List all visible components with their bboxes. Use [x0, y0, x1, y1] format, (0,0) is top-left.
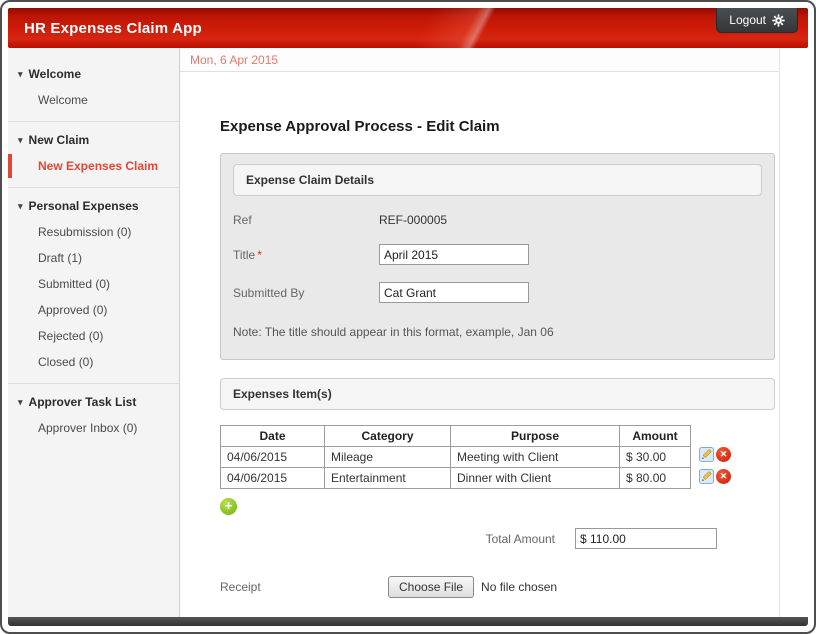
column-header-amount: Amount	[620, 426, 691, 447]
column-header-category: Category	[325, 426, 451, 447]
collapse-arrow-icon: ▾	[18, 202, 23, 211]
sidebar-item-welcome[interactable]: Welcome	[8, 87, 179, 113]
collapse-arrow-icon: ▾	[18, 70, 23, 79]
sidebar-section-personal-expenses-header[interactable]: ▾ Personal Expenses	[8, 194, 179, 219]
cell-amount: $ 80.00	[620, 468, 691, 489]
title-input[interactable]	[379, 244, 529, 265]
sidebar-section-approver-task-list: ▾ Approver Task List Approver Inbox (0)	[8, 388, 179, 449]
sidebar-section-welcome: ▾ Welcome Welcome	[8, 60, 179, 122]
sidebar-section-new-claim-header[interactable]: ▾ New Claim	[8, 128, 179, 153]
collapse-arrow-icon: ▾	[18, 136, 23, 145]
expense-claim-details-panel: Expense Claim Details Ref REF-000005 Tit…	[220, 153, 775, 360]
section-title: Welcome	[29, 67, 81, 81]
main-content: Expense Approval Process - Edit Claim Ex…	[180, 72, 779, 617]
receipt-label: Receipt	[220, 580, 388, 594]
section-title: Approver Task List	[29, 395, 137, 409]
gear-icon	[772, 14, 785, 27]
edit-icon[interactable]	[699, 447, 714, 462]
cell-category: Mileage	[325, 447, 451, 468]
footer-bar	[8, 617, 808, 626]
app-header: HR Expenses Claim App Logout	[8, 8, 808, 48]
sidebar-item-new-expenses-claim[interactable]: New Expenses Claim	[8, 153, 179, 179]
column-header-date: Date	[221, 426, 325, 447]
section-title: Personal Expenses	[29, 199, 139, 213]
app-title: HR Expenses Claim App	[8, 20, 202, 37]
title-label: Title*	[233, 248, 379, 262]
sidebar-item-rejected[interactable]: Rejected (0)	[8, 323, 179, 349]
sidebar: ▾ Welcome Welcome ▾ New Claim New Expens…	[8, 48, 180, 617]
table-row: 04/06/2015 Entertainment Dinner with Cli…	[221, 468, 691, 489]
page-title: Expense Approval Process - Edit Claim	[220, 118, 779, 135]
table-row: 04/06/2015 Mileage Meeting with Client $…	[221, 447, 691, 468]
logout-button[interactable]: Logout	[716, 8, 798, 33]
sidebar-section-personal-expenses: ▾ Personal Expenses Resubmission (0) Dra…	[8, 192, 179, 384]
date-bar: Mon, 6 Apr 2015	[180, 48, 779, 72]
total-amount-row: Total Amount	[220, 528, 717, 549]
body-row: ▾ Welcome Welcome ▾ New Claim New Expens…	[8, 48, 808, 617]
app-window: HR Expenses Claim App Logout	[0, 0, 816, 634]
total-amount-input[interactable]	[575, 528, 717, 549]
submitted-by-input[interactable]	[379, 282, 529, 303]
cell-purpose: Dinner with Client	[451, 468, 620, 489]
add-row-icon[interactable]: +	[220, 498, 237, 515]
delete-icon[interactable]: ✕	[716, 447, 731, 462]
logout-label: Logout	[729, 13, 766, 27]
sidebar-item-draft[interactable]: Draft (1)	[8, 245, 179, 271]
row-actions: ✕	[699, 469, 731, 484]
collapse-arrow-icon: ▾	[18, 398, 23, 407]
required-asterisk: *	[257, 248, 262, 262]
ref-row: Ref REF-000005	[233, 213, 762, 227]
current-date: Mon, 6 Apr 2015	[190, 53, 278, 67]
sidebar-item-closed[interactable]: Closed (0)	[8, 349, 179, 375]
sidebar-item-approved[interactable]: Approved (0)	[8, 297, 179, 323]
row-actions: ✕	[699, 447, 731, 462]
title-row: Title*	[233, 244, 762, 265]
cell-category: Entertainment	[325, 468, 451, 489]
ref-label: Ref	[233, 213, 379, 227]
right-gutter	[780, 48, 808, 617]
submitted-by-row: Submitted By	[233, 282, 762, 303]
cell-purpose: Meeting with Client	[451, 447, 620, 468]
total-amount-label: Total Amount	[486, 532, 555, 546]
title-format-note: Note: The title should appear in this fo…	[233, 325, 762, 339]
cell-date: 04/06/2015	[221, 468, 325, 489]
sidebar-item-resubmission[interactable]: Resubmission (0)	[8, 219, 179, 245]
window-frame: HR Expenses Claim App Logout	[0, 0, 816, 634]
row-actions-column: ✕ ✕	[699, 425, 731, 484]
cell-date: 04/06/2015	[221, 447, 325, 468]
sidebar-item-approver-inbox[interactable]: Approver Inbox (0)	[8, 415, 179, 441]
section-title: New Claim	[29, 133, 90, 147]
expenses-table: Date Category Purpose Amount 04/06/2015 …	[220, 425, 691, 489]
ref-value: REF-000005	[379, 213, 447, 227]
panel-header: Expense Claim Details	[233, 164, 762, 196]
edit-icon[interactable]	[699, 469, 714, 484]
expenses-items-header: Expenses Item(s)	[220, 378, 775, 410]
cell-amount: $ 30.00	[620, 447, 691, 468]
file-status-text: No file chosen	[481, 580, 557, 594]
main-column: Mon, 6 Apr 2015 Expense Approval Process…	[180, 48, 780, 617]
sidebar-item-submitted[interactable]: Submitted (0)	[8, 271, 179, 297]
expenses-table-wrap: Date Category Purpose Amount 04/06/2015 …	[220, 425, 779, 489]
column-header-purpose: Purpose	[451, 426, 620, 447]
receipt-row: Receipt Choose File No file chosen	[220, 576, 779, 598]
submitted-by-label: Submitted By	[233, 286, 379, 300]
sidebar-section-new-claim: ▾ New Claim New Expenses Claim	[8, 126, 179, 188]
sidebar-section-welcome-header[interactable]: ▾ Welcome	[8, 62, 179, 87]
delete-icon[interactable]: ✕	[716, 469, 731, 484]
table-header-row: Date Category Purpose Amount	[221, 426, 691, 447]
choose-file-button[interactable]: Choose File	[388, 576, 474, 598]
sidebar-section-approver-task-list-header[interactable]: ▾ Approver Task List	[8, 390, 179, 415]
